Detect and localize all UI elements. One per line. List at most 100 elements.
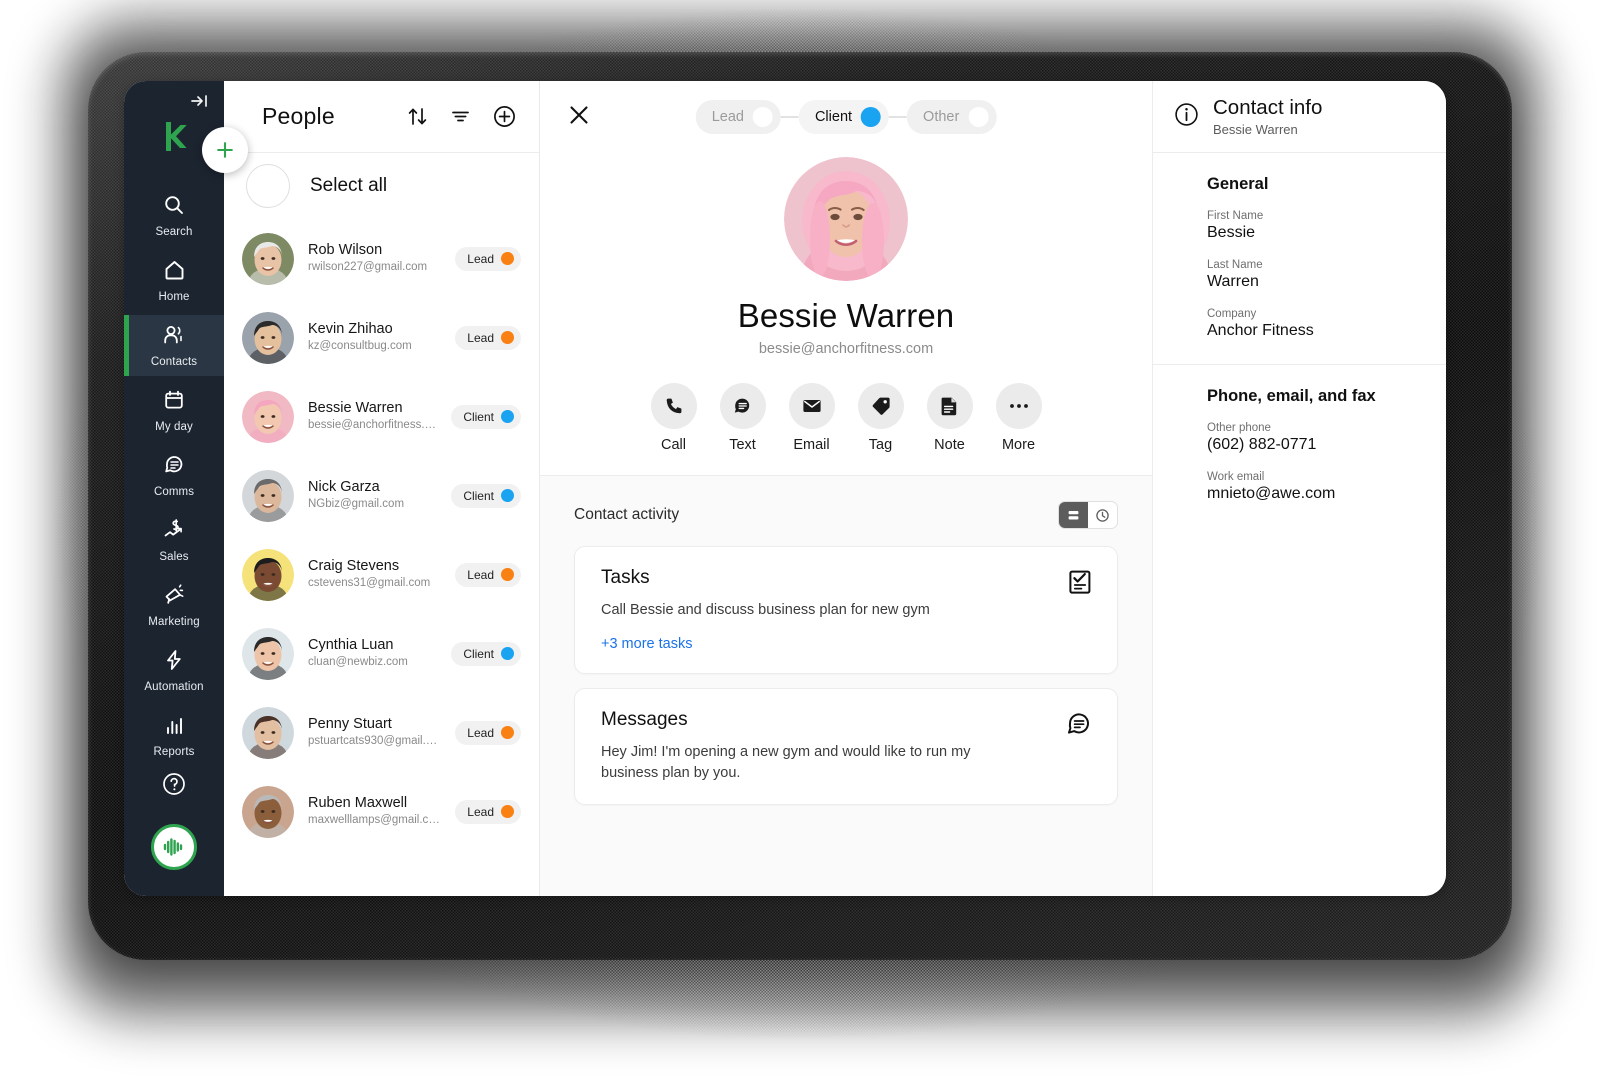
status-badge[interactable]: Client [451, 483, 521, 508]
list-item[interactable]: Kevin Zhihao kz@consultbug.com Lead [224, 298, 539, 377]
sidebar-item-search[interactable]: Search [124, 185, 224, 246]
info-section: Phone, email, and fax Other phone (602) … [1153, 365, 1446, 527]
status-dot [501, 410, 514, 423]
action-note[interactable]: Note [926, 383, 973, 453]
history-clock-icon[interactable] [1088, 502, 1117, 528]
list-item[interactable]: Penny Stuart pstuartcats930@gmail.com Le… [224, 693, 539, 772]
info-field[interactable]: Work email mnieto@awe.com [1207, 471, 1426, 503]
list-item[interactable]: Rob Wilson rwilson227@gmail.com Lead [224, 219, 539, 298]
info-field[interactable]: Company Anchor Fitness [1207, 308, 1426, 340]
field-label: Work email [1207, 471, 1265, 483]
contact-meta: Rob Wilson rwilson227@gmail.com [308, 241, 441, 276]
status-dot [501, 568, 514, 581]
avatar [242, 390, 294, 443]
avatar [242, 232, 294, 285]
action-text[interactable]: Text [719, 383, 766, 453]
contact-list[interactable]: Rob Wilson rwilson227@gmail.com Lead Kev… [224, 219, 539, 896]
sidebar-item-marketing[interactable]: Marketing [124, 576, 224, 637]
messages-card[interactable]: Messages Hey Jim! I'm opening a new gym … [574, 688, 1118, 806]
contact-type-segmented-control[interactable]: Lead Client Other [695, 100, 997, 134]
field-value: Anchor Fitness [1207, 322, 1314, 339]
status-label: Lead [467, 330, 494, 345]
action-tag[interactable]: Tag [857, 383, 904, 453]
status-dot [501, 489, 514, 502]
info-field[interactable]: First Name Bessie [1207, 210, 1426, 242]
contact-info-header: Contact info Bessie Warren [1153, 81, 1446, 153]
close-icon[interactable] [566, 102, 592, 133]
sidebar-item-automation[interactable]: Automation [124, 641, 224, 702]
contact-meta: Kevin Zhihao kz@consultbug.com [308, 320, 441, 355]
list-item[interactable]: Bessie Warren bessie@anchorfitness.com C… [224, 377, 539, 456]
contact-email: cluan@newbiz.com [308, 656, 408, 669]
select-all-checkbox[interactable] [246, 164, 290, 208]
segment-lead[interactable]: Lead [695, 100, 781, 134]
segment-client[interactable]: Client [798, 100, 890, 134]
list-view-icon[interactable] [1059, 502, 1088, 528]
list-item[interactable]: Ruben Maxwell maxwelllamps@gmail.com Lea… [224, 772, 539, 851]
sidebar-item-contacts[interactable]: Contacts [124, 315, 224, 377]
select-all-row[interactable]: Select all [224, 153, 539, 219]
section-title: General [1207, 175, 1269, 193]
help-circle-icon[interactable] [161, 771, 187, 802]
status-badge[interactable]: Client [451, 404, 521, 429]
contact-detail-header-area: Lead Client Other Bessie Warren bessie@a… [540, 81, 1152, 476]
status-badge[interactable]: Client [451, 641, 521, 666]
status-badge[interactable]: Lead [455, 720, 521, 745]
segment-other[interactable]: Other [907, 100, 997, 134]
more-tasks-link[interactable]: +3 more tasks [601, 636, 692, 652]
sidebar-item-sales[interactable]: Sales [124, 511, 224, 572]
add-contact-icon[interactable] [492, 104, 517, 129]
filter-icon[interactable] [449, 105, 472, 128]
contact-meta: Bessie Warren bessie@anchorfitness.com [308, 399, 437, 434]
list-item[interactable]: Craig Stevens cstevens31@gmail.com Lead [224, 535, 539, 614]
contact-name: Rob Wilson [308, 242, 383, 259]
action-call[interactable]: Call [650, 383, 697, 453]
status-dot [501, 331, 514, 344]
action-email[interactable]: Email [788, 383, 835, 453]
add-button[interactable] [202, 127, 248, 173]
sort-icon[interactable] [406, 105, 429, 128]
contact-name: Ruben Maxwell [308, 795, 408, 812]
people-list-header: People [224, 81, 539, 153]
contact-email: NGbiz@gmail.com [308, 498, 405, 511]
list-item[interactable]: Cynthia Luan cluan@newbiz.com Client [224, 614, 539, 693]
info-circle-icon [1173, 101, 1200, 133]
contact-meta: Craig Stevens cstevens31@gmail.com [308, 557, 441, 592]
status-label: Lead [467, 804, 494, 819]
tasks-card[interactable]: Tasks Call Bessie and discuss business p… [574, 546, 1118, 675]
collapse-panel-icon[interactable] [190, 93, 210, 114]
contact-email: cstevens31@gmail.com [308, 577, 431, 590]
contact-email: bessie@anchorfitness.com [308, 419, 438, 432]
info-field[interactable]: Other phone (602) 882-0771 [1207, 422, 1426, 454]
avatar[interactable] [151, 823, 197, 870]
list-item[interactable]: Nick Garza NGbiz@gmail.com Client [224, 456, 539, 535]
info-field[interactable]: Last Name Warren [1207, 259, 1426, 291]
activity-title: Contact activity [574, 506, 680, 523]
field-value: mnieto@awe.com [1207, 485, 1336, 502]
contact-name: Kevin Zhihao [308, 321, 393, 338]
status-dot [501, 726, 514, 739]
task-checkbox-icon [1067, 569, 1093, 600]
sidebar-item-home[interactable]: Home [124, 250, 224, 311]
status-badge[interactable]: Lead [455, 799, 521, 824]
bolt-icon [164, 649, 184, 676]
info-section: General First Name Bessie Last Name Warr… [1153, 153, 1446, 365]
action-label: Call [661, 437, 686, 453]
action-more[interactable]: More [995, 383, 1042, 453]
field-value: (602) 882-0771 [1207, 436, 1317, 453]
sidebar-item-reports[interactable]: Reports [124, 706, 224, 767]
segment-label: Client [814, 109, 853, 125]
sidebar-item-my-day[interactable]: My day [124, 380, 224, 441]
contact-name: Penny Stuart [308, 716, 392, 733]
sidebar-item-comms[interactable]: Comms [124, 445, 224, 506]
status-badge[interactable]: Lead [455, 246, 521, 271]
sidebar-bottom [151, 771, 197, 896]
status-label: Client [463, 488, 494, 503]
status-badge[interactable]: Lead [455, 325, 521, 350]
sidebar-item-label: Automation [144, 681, 204, 694]
status-badge[interactable]: Lead [455, 562, 521, 587]
avatar [242, 627, 294, 680]
sidebar-item-label: Marketing [148, 616, 200, 629]
activity-view-toggle[interactable] [1058, 501, 1118, 529]
action-label: Text [729, 437, 756, 453]
